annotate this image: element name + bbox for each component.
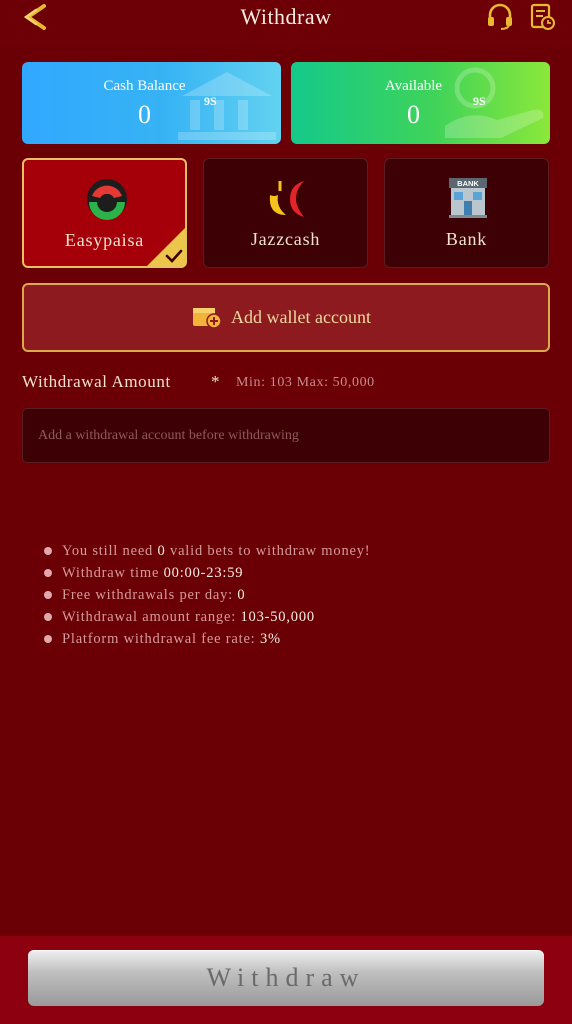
required-mark: * xyxy=(211,372,220,391)
bullet-icon xyxy=(44,635,52,643)
customer-support-headset-icon[interactable] xyxy=(486,3,514,31)
available-balance-card: Available 0 9S xyxy=(291,62,550,144)
bullet-icon xyxy=(44,547,52,555)
add-wallet-account-button[interactable]: Add wallet account xyxy=(22,283,550,352)
cash-balance-card: Cash Balance 0 9S xyxy=(22,62,281,144)
rule-text: Platform withdrawal fee rate: xyxy=(62,631,260,647)
rule-highlight: 0 xyxy=(157,543,166,559)
rule-item: Free withdrawals per day: 0 xyxy=(42,584,542,606)
rule-highlight: 103-50,000 xyxy=(240,609,315,625)
cash-balance-value: 0 xyxy=(138,100,151,129)
available-balance-label: Available xyxy=(384,78,443,94)
easypaisa-logo-icon xyxy=(87,179,127,220)
rule-item: You still need 0 valid bets to withdraw … xyxy=(42,540,542,562)
method-label: Jazzcash xyxy=(250,229,321,249)
bank-building-icon: BANK xyxy=(449,178,487,218)
method-bank[interactable]: BANK Bank xyxy=(384,158,549,268)
rule-item: Withdrawal amount range: 103-50,000 xyxy=(42,606,542,628)
add-wallet-icon xyxy=(193,308,222,329)
bank-icon-text: BANK xyxy=(457,179,479,188)
withdraw-record-icon[interactable] xyxy=(530,3,556,31)
rule-text: You still need xyxy=(62,543,158,559)
rule-item: Platform withdrawal fee rate: 3% xyxy=(42,628,542,650)
rule-text: Withdrawal amount range: xyxy=(62,609,241,625)
available-balance-value: 0 xyxy=(407,100,420,129)
amount-limits: Min: 103 Max: 50,000 xyxy=(236,375,375,390)
cash-balance-label: Cash Balance xyxy=(103,78,186,94)
header-bar: Withdraw xyxy=(0,0,572,46)
method-easypaisa[interactable]: Easypaisa xyxy=(22,158,187,268)
footer-bar: Withdraw xyxy=(0,936,572,1024)
withdraw-rules-list: You still need 0 valid bets to withdraw … xyxy=(42,540,542,650)
cash-balance-unit: 9S xyxy=(204,94,217,108)
withdrawal-amount-input[interactable] xyxy=(22,408,550,463)
bullet-icon xyxy=(44,613,52,621)
rule-text: Withdraw time xyxy=(62,565,164,581)
withdraw-submit-button[interactable]: Withdraw xyxy=(28,950,544,1006)
rule-item: Withdraw time 00:00-23:59 xyxy=(42,562,542,584)
available-balance-unit: 9S xyxy=(473,94,486,108)
method-label: Bank xyxy=(445,229,488,249)
withdrawal-amount-label: Withdrawal Amount xyxy=(22,372,171,391)
check-icon xyxy=(165,249,183,263)
rule-text: valid bets to withdraw money! xyxy=(165,543,371,559)
add-wallet-label: Add wallet account xyxy=(231,307,371,327)
method-jazzcash[interactable]: Jazzcash xyxy=(203,158,368,268)
jazzcash-logo-icon xyxy=(269,181,304,217)
rule-highlight: 0 xyxy=(237,587,246,603)
bullet-icon xyxy=(44,591,52,599)
bullet-icon xyxy=(44,569,52,577)
rule-highlight: 3% xyxy=(259,631,281,647)
rule-highlight: 00:00-23:59 xyxy=(163,565,244,581)
rule-text: Free withdrawals per day: xyxy=(62,587,238,603)
